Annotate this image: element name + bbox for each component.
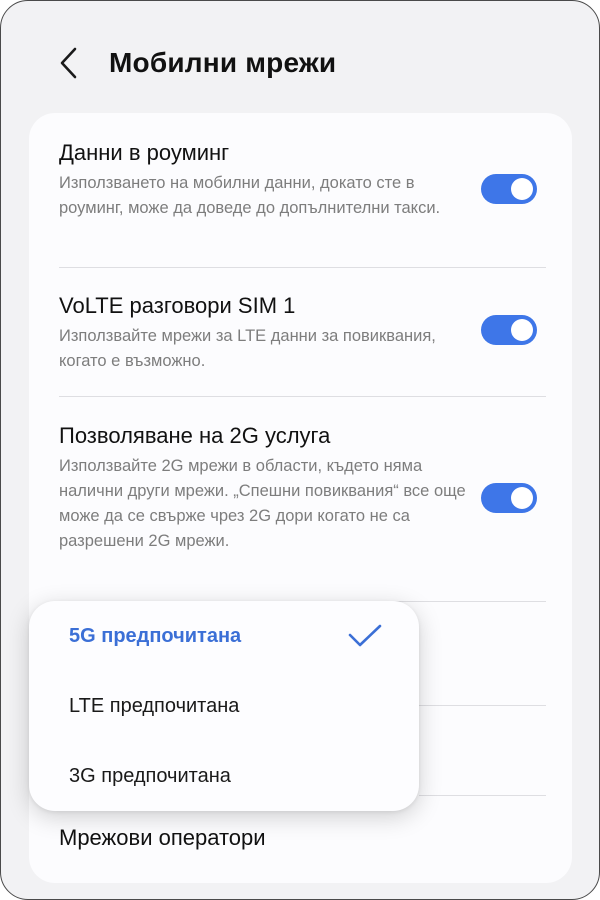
setting-volte-calls[interactable]: VoLTE разговори SIM 1 Използвайте мрежи … (29, 268, 572, 396)
setting-description: Използването на мобилни данни, докато ст… (59, 174, 441, 217)
setting-title: Позволяване на 2G услуга (59, 423, 331, 448)
option-3g-preferred[interactable]: 3G предпочитана (29, 741, 419, 811)
toggle-knob (511, 178, 533, 200)
setting-title: Данни в роуминг (59, 140, 230, 165)
option-5g-preferred[interactable]: 5G предпочитана (29, 601, 419, 671)
chevron-left-icon (60, 47, 77, 79)
app-bar: Мобилни мрежи (1, 1, 599, 111)
phone-screen: Мобилни мрежи Данни в роуминг Използване… (0, 0, 600, 900)
setting-allow-2g[interactable]: Позволяване на 2G услуга Използвайте 2G … (29, 397, 572, 601)
roaming-data-toggle[interactable] (481, 174, 537, 204)
option-lte-preferred[interactable]: LTE предпочитана (29, 671, 419, 741)
checkmark-icon (348, 624, 382, 647)
allow-2g-toggle[interactable] (481, 483, 537, 513)
setting-description: Използвайте мрежи за LTE данни за повикв… (59, 327, 436, 370)
network-operators-title: Мрежови оператори (59, 825, 266, 850)
option-label: 5G предпочитана (69, 625, 242, 647)
page-title: Мобилни мрежи (109, 47, 337, 78)
volte-toggle[interactable] (481, 315, 537, 345)
back-button[interactable] (49, 41, 89, 85)
option-label: 3G предпочитана (69, 765, 231, 787)
divider (419, 705, 546, 706)
setting-title: VoLTE разговори SIM 1 (59, 293, 296, 318)
toggle-knob (511, 487, 533, 509)
network-mode-dropdown: 5G предпочитана LTE предпочитана 3G пред… (29, 601, 419, 811)
setting-roaming-data[interactable]: Данни в роуминг Използването на мобилни … (29, 113, 572, 267)
toggle-knob (511, 319, 533, 341)
option-label: LTE предпочитана (69, 695, 240, 717)
setting-description: Използвайте 2G мрежи в области, където н… (59, 457, 466, 550)
